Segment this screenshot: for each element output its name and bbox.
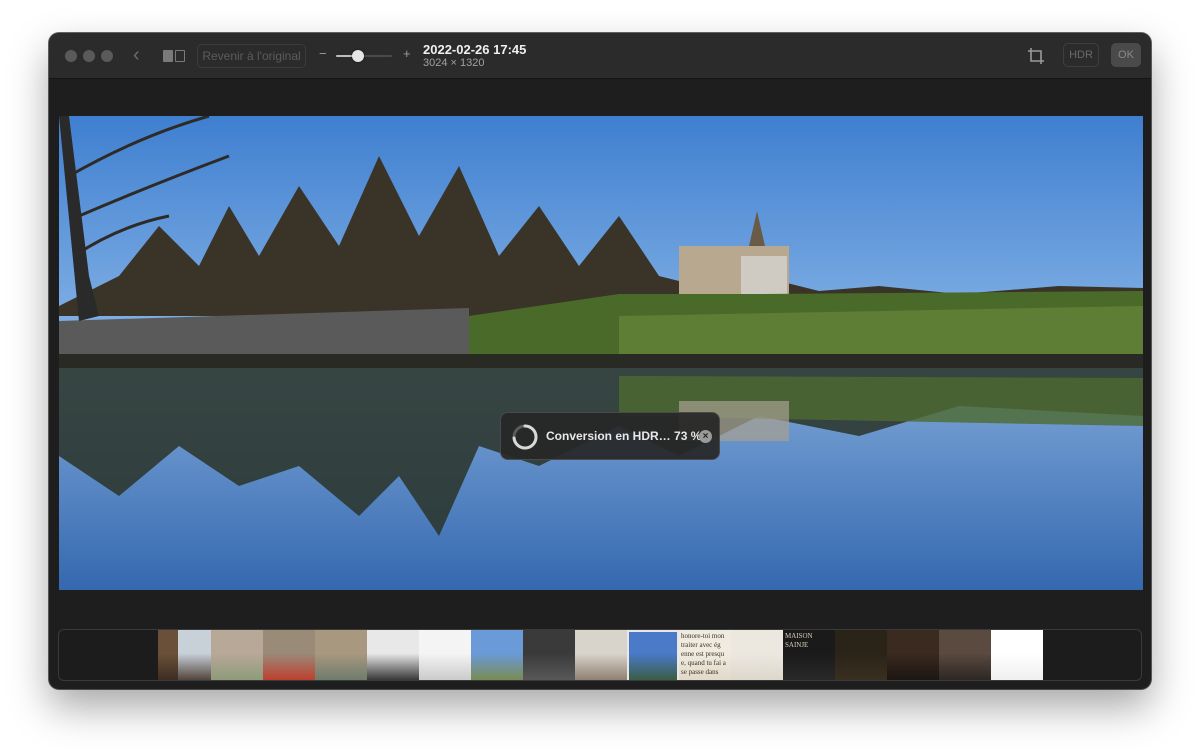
filmstrip-thumbnail[interactable]: MAISON SAINJE	[783, 630, 835, 680]
filmstrip-thumbnail[interactable]: honore-toi mon traiter avec ég enne est …	[679, 630, 731, 680]
zoom-slider-knob[interactable]	[352, 50, 365, 62]
chevron-left-icon[interactable]: ‹	[133, 45, 140, 65]
toolbar: ‹ Revenir à l'original − + 2022-02-26 17…	[49, 33, 1151, 79]
ok-button[interactable]: OK	[1111, 43, 1141, 67]
landscape-photo	[59, 116, 1143, 590]
photo-dimensions: 3024 × 1320	[423, 57, 485, 69]
filmstrip-thumbnail[interactable]	[887, 630, 939, 680]
split-view-icon[interactable]	[163, 49, 187, 63]
thumbnail-list: honore-toi mon traiter avec ég enne est …	[158, 630, 1043, 680]
filmstrip-thumbnail[interactable]	[419, 630, 471, 680]
filmstrip-thumbnail[interactable]	[991, 630, 1043, 680]
thumbnail-text: MAISON SAINJE	[785, 632, 813, 649]
filmstrip-thumbnail[interactable]	[523, 630, 575, 680]
progress-text: Conversion en HDR… 73 %	[546, 429, 702, 443]
filmstrip-thumbnail[interactable]	[263, 630, 315, 680]
zoom-window-button[interactable]	[101, 50, 113, 62]
minimize-window-button[interactable]	[83, 50, 95, 62]
filmstrip-thumbnail[interactable]	[731, 630, 783, 680]
progress-spinner-icon	[512, 424, 538, 450]
photo-canvas[interactable]: Conversion en HDR… 73 % ×	[59, 116, 1143, 590]
photo-date-title: 2022-02-26 17:45	[423, 42, 527, 57]
filmstrip-thumbnail[interactable]	[158, 630, 178, 680]
hdr-conversion-progress: Conversion en HDR… 73 % ×	[500, 412, 720, 460]
filmstrip-thumbnail[interactable]	[575, 630, 627, 680]
thumbnail-text: honore-toi mon traiter avec ég enne est …	[681, 632, 726, 676]
filmstrip-thumbnail[interactable]	[315, 630, 367, 680]
filmstrip-thumbnail[interactable]	[178, 630, 211, 680]
filmstrip-thumbnail[interactable]	[471, 630, 523, 680]
filmstrip-thumbnail[interactable]	[367, 630, 419, 680]
photo-editor-window: ‹ Revenir à l'original − + 2022-02-26 17…	[49, 33, 1151, 689]
filmstrip-thumbnail[interactable]	[627, 630, 679, 680]
hdr-button[interactable]: HDR	[1063, 43, 1099, 67]
filmstrip-thumbnail[interactable]	[211, 630, 263, 680]
filmstrip: honore-toi mon traiter avec ég enne est …	[58, 629, 1142, 681]
filmstrip-thumbnail[interactable]	[939, 630, 991, 680]
close-window-button[interactable]	[65, 50, 77, 62]
filmstrip-thumbnail[interactable]	[835, 630, 887, 680]
zoom-out-button[interactable]: −	[319, 46, 327, 61]
crop-icon[interactable]	[1027, 47, 1045, 65]
zoom-in-button[interactable]: +	[403, 46, 411, 61]
close-circle-icon[interactable]: ×	[699, 430, 712, 443]
zoom-slider[interactable]	[336, 50, 392, 62]
revert-to-original-button[interactable]: Revenir à l'original	[197, 44, 306, 68]
